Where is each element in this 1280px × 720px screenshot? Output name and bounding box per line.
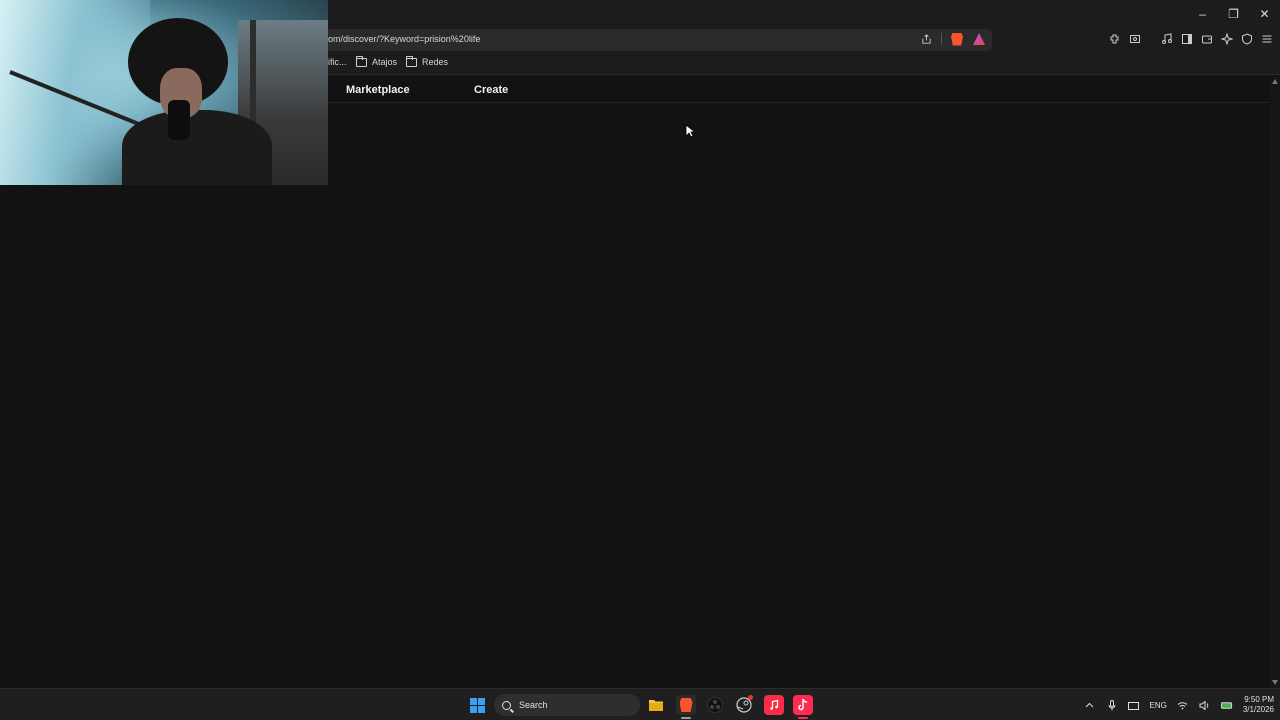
page-scrollbar[interactable] xyxy=(1270,76,1280,688)
active-app-indicator xyxy=(681,717,691,719)
webcam-microphone xyxy=(168,100,190,140)
steam-icon[interactable] xyxy=(734,695,754,715)
close-button[interactable]: ✕ xyxy=(1249,0,1280,28)
address-separator xyxy=(941,33,942,45)
search-icon xyxy=(502,700,511,710)
start-button[interactable] xyxy=(467,695,487,715)
bookmark-folder-atajos[interactable]: Atajos xyxy=(356,55,398,67)
bookmark-label: Redes xyxy=(422,57,449,67)
window-controls: – ❐ ✕ xyxy=(1187,0,1280,28)
menu-icon[interactable] xyxy=(1260,32,1274,46)
bookmark-label: Atajos xyxy=(372,57,398,67)
file-explorer-icon[interactable] xyxy=(646,695,666,715)
bookmark-label: ific... xyxy=(328,57,347,67)
address-bar[interactable]: om/discover/?Keyword=prision%20life xyxy=(300,29,992,51)
battery-icon[interactable] xyxy=(1220,699,1233,711)
screen: – ❐ ✕ om/discover/?Keyword=prision%20lif… xyxy=(0,0,1280,720)
sidebar-icon[interactable] xyxy=(1180,32,1194,46)
brave-rewards-icon[interactable] xyxy=(972,32,986,46)
brave-browser-icon[interactable] xyxy=(676,695,696,719)
folder-icon xyxy=(406,55,417,67)
media-icon[interactable] xyxy=(1160,32,1174,46)
restore-button[interactable]: ❐ xyxy=(1218,0,1249,28)
screenshot-icon[interactable] xyxy=(1128,32,1142,46)
notification-dot xyxy=(748,695,753,700)
obs-studio-icon[interactable] xyxy=(705,695,725,715)
active-app-indicator xyxy=(798,717,808,719)
webcam-overlay xyxy=(0,0,328,185)
clock-time: 9:50 PM xyxy=(1244,695,1274,704)
bookmark-item[interactable]: ific... xyxy=(328,57,347,67)
clock-date: 3/1/2026 xyxy=(1242,705,1274,714)
minimize-button[interactable]: – xyxy=(1187,0,1218,28)
device-icon[interactable] xyxy=(1128,699,1140,711)
leo-ai-icon[interactable] xyxy=(1220,32,1234,46)
url-text[interactable]: om/discover/?Keyword=prision%20life xyxy=(328,34,480,44)
volume-icon[interactable] xyxy=(1199,699,1211,711)
chevron-up-icon[interactable] xyxy=(1084,699,1096,711)
microphone-icon[interactable] xyxy=(1106,699,1118,711)
scroll-down-icon[interactable] xyxy=(1272,680,1278,685)
address-bar-icons xyxy=(919,32,986,46)
language-indicator[interactable]: ENG xyxy=(1150,701,1167,710)
taskbar-search[interactable]: Search xyxy=(494,694,640,716)
search-label: Search xyxy=(519,700,548,710)
nav-create[interactable]: Create xyxy=(474,84,508,96)
bookmark-folder-redes[interactable]: Redes xyxy=(406,55,449,67)
extensions-icon[interactable] xyxy=(1108,32,1122,46)
wifi-icon[interactable] xyxy=(1177,699,1189,711)
windows-logo-icon xyxy=(469,697,485,713)
webcam-person-body xyxy=(122,110,272,185)
apple-music-icon[interactable] xyxy=(764,695,784,715)
clock[interactable]: 9:50 PM 3/1/2026 xyxy=(1243,695,1274,715)
system-tray: ENG 9:50 PM 3/1/2026 xyxy=(1084,689,1274,720)
scroll-up-icon[interactable] xyxy=(1272,79,1278,84)
brave-shields-icon[interactable] xyxy=(950,32,964,46)
toolbar-right-icons xyxy=(1108,32,1274,46)
share-icon[interactable] xyxy=(919,32,933,46)
rewards-badge xyxy=(983,33,985,37)
tiktok-icon[interactable] xyxy=(793,695,813,719)
wallet-icon[interactable] xyxy=(1200,32,1214,46)
taskbar: Search ENG 9:50 PM 3/1/2026 xyxy=(0,688,1280,720)
nav-marketplace[interactable]: Marketplace xyxy=(346,84,410,96)
folder-icon xyxy=(356,55,367,67)
vpn-icon[interactable] xyxy=(1240,32,1254,46)
